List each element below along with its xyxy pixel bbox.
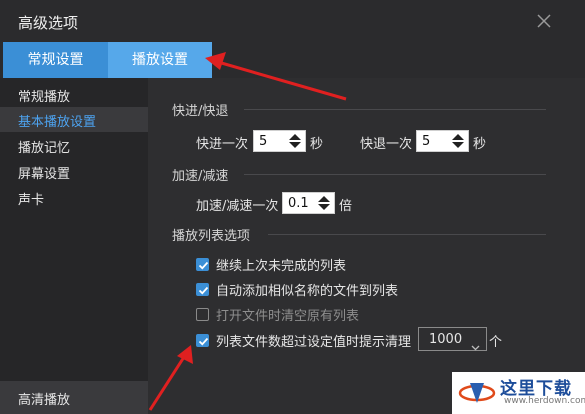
- annotation-arrow-to-tab: [217, 60, 347, 101]
- annotation-arrows: [148, 52, 347, 411]
- annotation-arrowhead: [177, 345, 193, 364]
- watermark: 这里下载 www.herdown.com: [452, 372, 585, 414]
- annotation-arrowhead: [205, 52, 226, 70]
- download-logo-icon: [458, 383, 496, 403]
- advanced-options-dialog: 高级选项 常规设置 播放设置 常规播放 基本播放设置 播放记忆 屏幕设置 声卡 …: [0, 0, 585, 414]
- annotation-arrow-to-checkbox: [148, 356, 186, 411]
- watermark-url: www.herdown.com: [504, 396, 585, 406]
